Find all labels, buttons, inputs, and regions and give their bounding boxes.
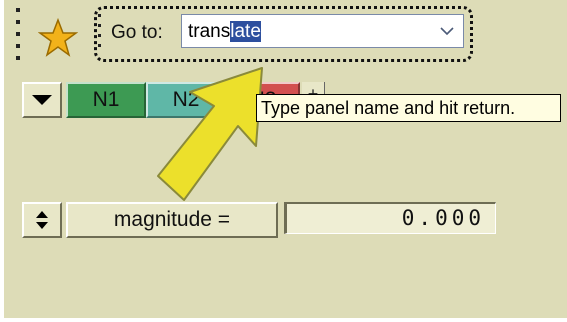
- star-icon[interactable]: [38, 18, 78, 58]
- dropdown-caret-icon[interactable]: [439, 23, 455, 39]
- pointer-arrow-icon: [157, 67, 263, 201]
- stepper-button[interactable]: [22, 202, 62, 238]
- up-down-arrows-icon: [36, 211, 48, 229]
- magnitude-value[interactable]: 0.000: [284, 202, 496, 234]
- panel-area: Go to: translate N1 N2 N3 + Type panel n…: [4, 0, 567, 318]
- goto-input-text[interactable]: translate: [188, 21, 261, 43]
- collapse-triangle-icon: [32, 95, 52, 105]
- tab-n1[interactable]: N1: [66, 82, 146, 118]
- goto-label: Go to:: [111, 22, 163, 43]
- goto-grip[interactable]: [98, 14, 102, 54]
- tooltip: Type panel name and hit return.: [256, 94, 561, 122]
- goto-input-selection: late: [230, 21, 261, 42]
- collapse-button[interactable]: [22, 82, 62, 118]
- toolbar-grip[interactable]: [16, 8, 22, 62]
- magnitude-label[interactable]: magnitude =: [66, 202, 278, 238]
- goto-combobox[interactable]: translate: [181, 14, 464, 48]
